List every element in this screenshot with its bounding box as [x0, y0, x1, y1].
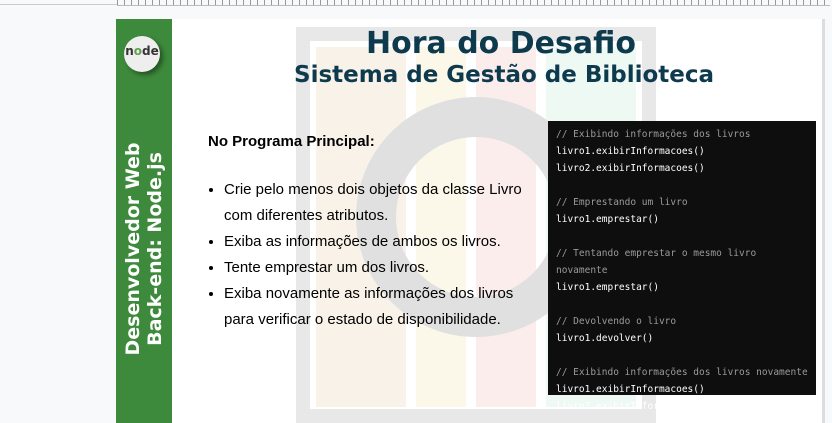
section-heading: No Programa Principal: [208, 133, 375, 150]
slide: node Desenvolvedor Web Back-end: Node.js… [116, 19, 822, 423]
code-line: livro1.exibirInformacoes() [556, 146, 705, 157]
divider [0, 4, 117, 5]
code-line: livro1.exibirInformacoes() [556, 384, 705, 395]
code-line: livro1.emprestar() [556, 214, 659, 225]
list-item: Exiba as informações de ambos os livros. [224, 229, 544, 255]
code-comment: // Tentando emprestar o mesmo livro nova… [556, 248, 757, 276]
task-list: Crie pelo menos dois objetos da classe L… [208, 177, 544, 333]
slide-subtitle: Sistema de Gestão de Biblioteca [294, 62, 715, 88]
code-line: livro1.devolver() [556, 333, 654, 344]
course-title: Desenvolvedor Web Back-end: Node.js [122, 142, 166, 355]
code-comment: // Devolvendo o livro [556, 316, 677, 327]
code-comment: // Exibindo informações dos livros [556, 129, 751, 140]
list-item: Crie pelo menos dois objetos da classe L… [224, 177, 544, 229]
ruler[interactable] [117, 0, 830, 6]
course-line-1: Desenvolvedor Web [122, 142, 144, 356]
slide-title: Hora do Desafio [366, 26, 636, 61]
code-block: // Exibindo informações dos livros livro… [548, 121, 816, 412]
code-line: livro1.emprestar() [556, 282, 659, 293]
slide-edge [822, 19, 825, 423]
code-comment: // Emprestando um livro [556, 197, 688, 208]
list-item: Exiba novamente as informações dos livro… [224, 281, 544, 333]
nodejs-logo: node [124, 36, 160, 72]
sidebar-banner: node Desenvolvedor Web Back-end: Node.js [116, 19, 172, 423]
code-line: livro2.exibirInformacoes() [556, 401, 705, 412]
course-line-2: Back-end: Node.js [144, 152, 166, 346]
code-comment: // Exibindo informações dos livros novam… [556, 367, 808, 378]
list-item: Tente emprestar um dos livros. [224, 255, 544, 281]
code-line: livro2.exibirInformacoes() [556, 163, 705, 174]
